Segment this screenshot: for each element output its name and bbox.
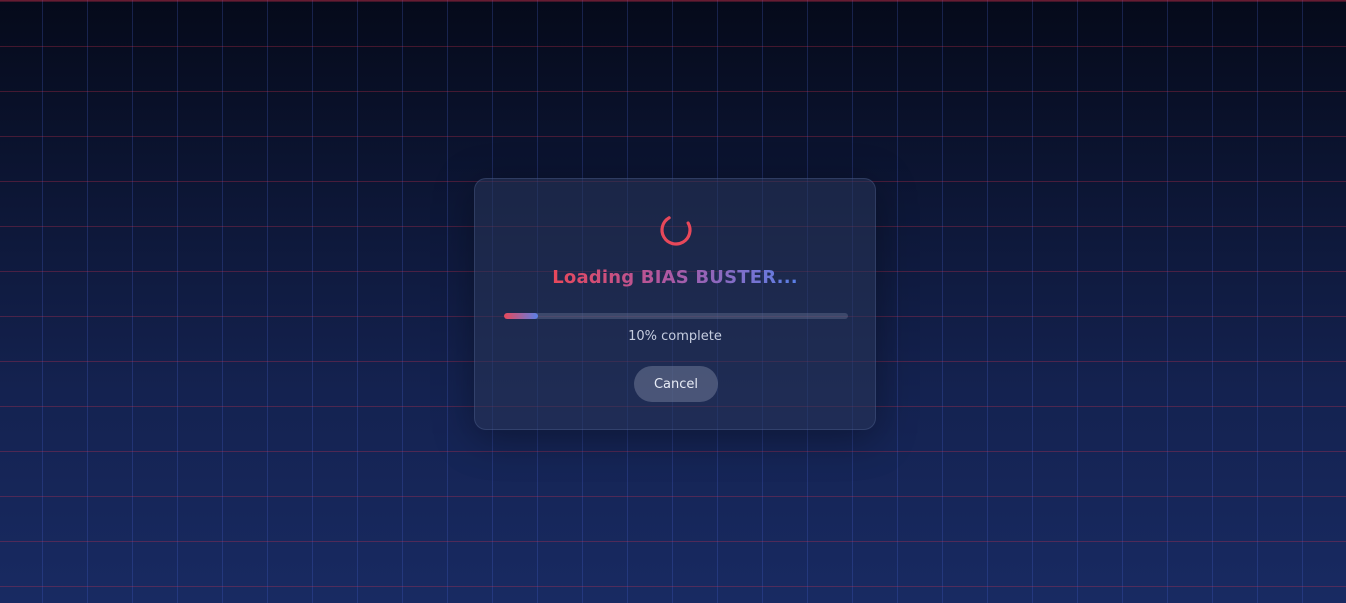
spinner-icon: [660, 214, 692, 246]
cancel-button[interactable]: Cancel: [634, 366, 718, 402]
progress-text: 10% complete: [628, 329, 722, 344]
progress-bar-fill: [504, 313, 539, 319]
loading-dialog: Loading BIAS BUSTER... 10% complete Canc…: [474, 178, 876, 430]
loading-title: Loading BIAS BUSTER...: [475, 267, 875, 288]
loading-title-text: Loading BIAS BUSTER...: [552, 267, 798, 288]
top-border-line: [0, 0, 1346, 1]
progress-bar: [504, 313, 848, 319]
